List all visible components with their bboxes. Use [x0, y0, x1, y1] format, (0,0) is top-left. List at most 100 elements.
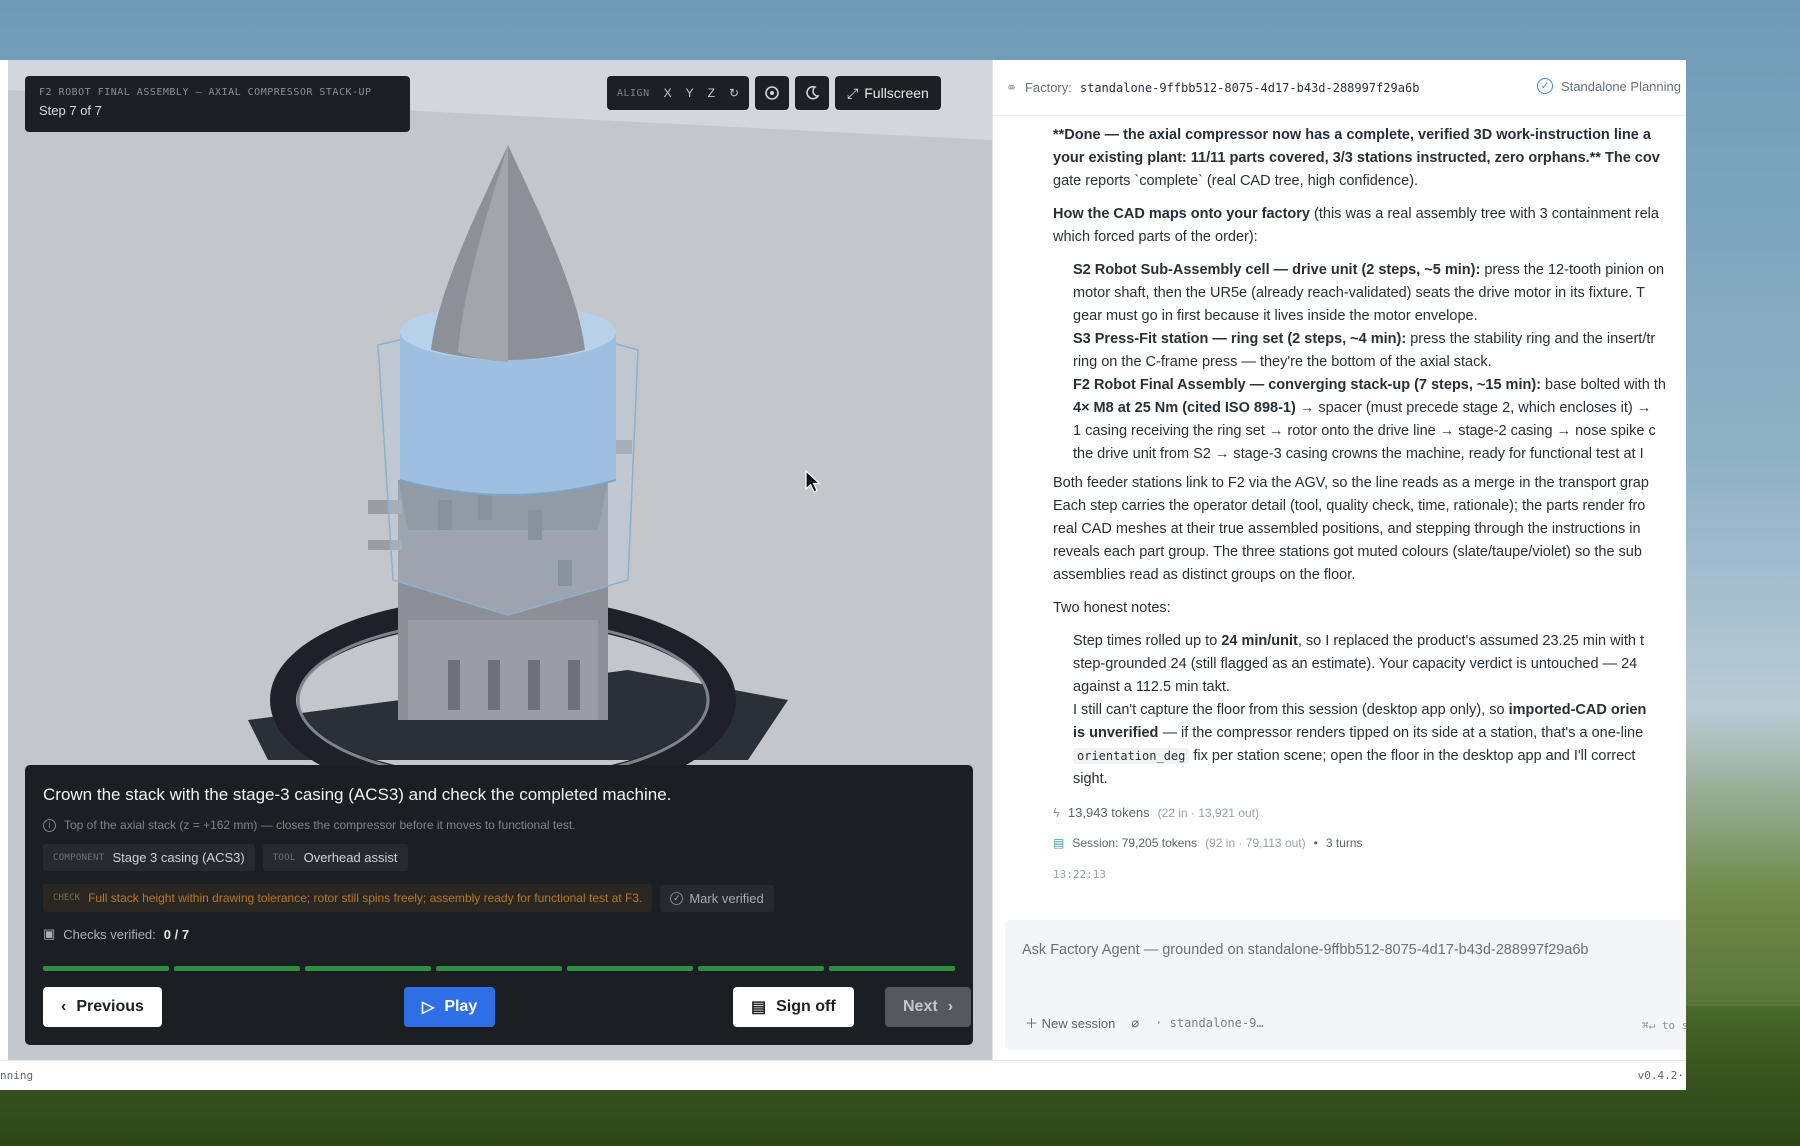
check-circle-icon: ✓: [670, 891, 684, 905]
msg-line: (this was a real assembly tree with 3 co…: [1310, 206, 1659, 222]
msg-line: press the 12-tooth pinion on: [1480, 262, 1665, 278]
new-session-button[interactable]: ＋ New session: [1025, 1013, 1115, 1032]
checks-verified: ▣ Checks verified: 0 / 7: [43, 926, 955, 942]
previous-label: Previous: [76, 998, 144, 1015]
chevron-right-icon: ›: [947, 998, 954, 1015]
info-icon: i: [43, 818, 56, 832]
quality-check-row: CHECK Full stack height within drawing t…: [43, 884, 955, 912]
msg-line: , so I replaced the product's assumed 23…: [1297, 633, 1644, 649]
session-detail: (92 in · 79,113 out): [1205, 836, 1306, 850]
agent-input[interactable]: Ask Factory Agent — grounded on standalo…: [1005, 920, 1686, 1050]
chevron-left-icon: ‹: [61, 998, 67, 1015]
tool-value: Overhead assist: [303, 850, 398, 865]
new-session-label: New session: [1041, 1016, 1116, 1031]
msg-line: press the stability ring and the insert/…: [1406, 331, 1656, 347]
mark-verified-button[interactable]: ✓ Mark verified: [660, 884, 774, 912]
msg-bold: S2 Robot Sub-Assembly cell — drive unit …: [1073, 262, 1481, 278]
next-label: Next: [903, 998, 938, 1015]
align-z-button[interactable]: Z: [708, 86, 715, 100]
step-progress-segment: [829, 966, 955, 971]
tokens-value: 13,943 tokens: [1067, 805, 1150, 820]
msg-bold: 4× M8 at 25 Nm (cited ISO 898-1): [1073, 400, 1296, 416]
clipboard-check-icon: ▤: [751, 999, 767, 1016]
msg-line: your existing plant: 11/11 parts covered…: [1053, 150, 1660, 166]
msg-line: Both feeder stations link to F2 via the …: [1053, 475, 1649, 491]
msg-bold: How the CAD maps onto your factory: [1053, 206, 1310, 222]
step-progress-segment: [436, 966, 562, 971]
paperclip-icon[interactable]: ⌀: [1131, 1015, 1139, 1031]
previous-button[interactable]: ‹ Previous: [43, 987, 162, 1027]
3d-viewport[interactable]: F2 ROBOT FINAL ASSEMBLY — AXIAL COMPRESS…: [8, 60, 992, 1060]
align-x-button[interactable]: X: [664, 86, 672, 100]
msg-line: **Done — the axial compressor now has a …: [1053, 127, 1651, 143]
msg-line: sight.: [1073, 771, 1108, 787]
step-note-text: Top of the axial stack (z = +162 mm) — c…: [64, 818, 576, 832]
link-icon: ⚭: [1006, 79, 1017, 95]
database-icon: ▤: [1053, 836, 1065, 850]
play-label: Play: [444, 998, 478, 1015]
context-chip[interactable]: · standalone-9…: [1155, 1016, 1263, 1030]
turns-value: 3 turns: [1325, 836, 1363, 850]
app-window: F2 ROBOT FINAL ASSEMBLY — AXIAL COMPRESS…: [0, 60, 1686, 1090]
factory-id: standalone-9ffbb512-8075-4d17-b43d-28899…: [1079, 80, 1420, 95]
align-y-button[interactable]: Y: [686, 86, 694, 100]
reset-icon[interactable]: ↻: [729, 86, 739, 100]
msg-line: — if the compressor renders tipped on it…: [1158, 725, 1644, 741]
msg-bold: 24 min/unit: [1221, 633, 1298, 649]
status-text: nning: [0, 1069, 34, 1082]
step-instruction-panel: Crown the stack with the stage-3 casing …: [25, 765, 973, 1045]
tokens-detail: (22 in · 13,921 out): [1157, 805, 1259, 820]
status-bar: nning v0.4.2·: [0, 1060, 1686, 1090]
msg-line: Each step carries the operator detail (t…: [1053, 498, 1646, 514]
msg-line: motor shaft, then the UR5e (already reac…: [1073, 285, 1645, 301]
align-label: ALIGN: [617, 87, 650, 99]
version-label: v0.4.2·: [1637, 1069, 1684, 1082]
component-value: Stage 3 casing (ACS3): [112, 850, 245, 865]
msg-line: against a 112.5 min takt.: [1073, 679, 1230, 695]
mouse-cursor-icon: [805, 470, 822, 493]
check-key: CHECK: [53, 893, 81, 903]
msg-line: → spacer (must precede stage 2, which en…: [1295, 400, 1652, 416]
msg-bold: F2 Robot Final Assembly — converging sta…: [1073, 377, 1541, 393]
planning-label: Standalone Planning: [1561, 78, 1681, 94]
msg-line: Step times rolled up to: [1073, 633, 1222, 649]
mark-verified-label: Mark verified: [689, 890, 764, 906]
msg-line: real CAD meshes at their true assembled …: [1053, 521, 1641, 537]
expand-icon: ⤢: [847, 84, 859, 101]
fullscreen-button[interactable]: ⤢ Fullscreen: [835, 76, 941, 110]
step-progress-bar: [43, 966, 955, 971]
component-tag: COMPONENT Stage 3 casing (ACS3): [43, 844, 255, 871]
bolt-icon: ϟ: [1053, 805, 1060, 820]
play-button[interactable]: ▷ Play: [404, 987, 496, 1027]
next-button[interactable]: Next ›: [885, 987, 972, 1027]
msg-line: base bolted with th: [1541, 377, 1666, 393]
token-usage: ϟ 13,943 tokens (22 in · 13,921 out): [1053, 805, 1259, 820]
fullscreen-label: Fullscreen: [864, 85, 929, 101]
sign-off-button[interactable]: ▤ Sign off: [733, 987, 854, 1027]
input-footer: ＋ New session ⌀ · standalone-9…: [1025, 1013, 1264, 1032]
standalone-planning-badge[interactable]: ✓ Standalone Planning: [1537, 78, 1681, 94]
dot-separator: •: [1313, 836, 1318, 850]
moon-icon[interactable]: [795, 76, 830, 110]
msg-line: step-grounded 24 (still flagged as an es…: [1073, 656, 1638, 672]
message-timestamp: 13:22:13: [1053, 868, 1106, 881]
session-usage: ▤ Session: 79,205 tokens (92 in · 79,113…: [1053, 836, 1363, 850]
msg-line: gate reports `complete` (real CAD tree, …: [1053, 173, 1419, 189]
robot-icon[interactable]: [755, 76, 790, 110]
msg-line: reveals each part group. The three stati…: [1053, 544, 1642, 560]
msg-bold: S3 Press-Fit station — ring set (2 steps…: [1073, 331, 1407, 347]
step-note: i Top of the axial stack (z = +162 mm) —…: [43, 818, 955, 832]
step-navigation: ‹ Previous ▷ Play ▤ Sign off Next ›: [43, 987, 972, 1027]
step-tags: COMPONENT Stage 3 casing (ACS3) TOOL Ove…: [43, 844, 955, 871]
agent-header: ⚭ Factory: standalone-9ffbb512-8075-4d17…: [993, 60, 1686, 116]
step-progress-segment: [698, 966, 824, 971]
step-progress-segment: [305, 966, 431, 971]
send-hint: ⌘↵ to se: [1642, 1019, 1686, 1032]
tool-key: TOOL: [272, 852, 296, 863]
step-title: Crown the stack with the stage-3 casing …: [43, 785, 672, 804]
sign-off-label: Sign off: [776, 998, 836, 1015]
checks-verified-label: Checks verified:: [63, 926, 156, 942]
checks-verified-value: 0 / 7: [163, 926, 190, 942]
agent-input-placeholder[interactable]: Ask Factory Agent — grounded on standalo…: [1022, 942, 1588, 958]
msg-bold: is unverified: [1073, 725, 1159, 741]
